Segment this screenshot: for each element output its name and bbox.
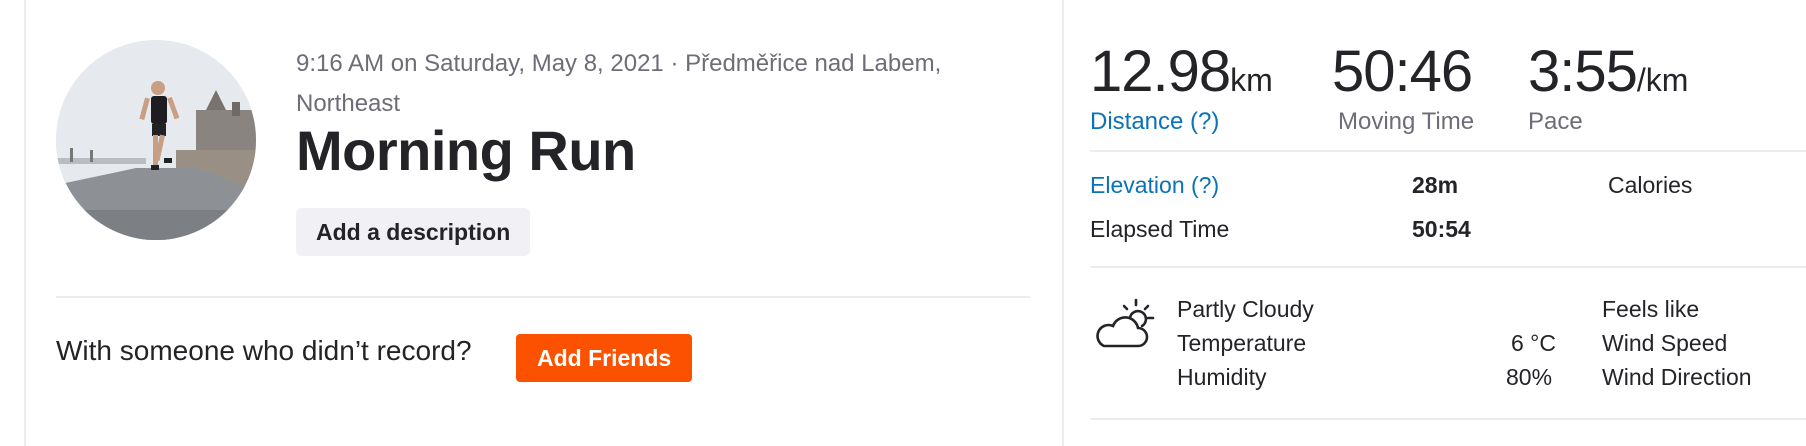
partly-cloudy-icon [1092,296,1156,352]
temperature-value: 6 °C [1511,330,1556,356]
feels-like-label: Feels like [1602,296,1700,322]
elapsed-time-label: Elapsed Time [1090,216,1230,242]
pane-divider [1062,0,1064,446]
activity-summary-panel: 9:16 AM on Saturday, May 8, 2021 · Předm… [0,0,1806,446]
elapsed-time-value: 50:54 [1412,216,1471,242]
stat-distance: 12.98km Distance (?) [1090,40,1273,136]
pace-value: 3:55 [1528,39,1638,104]
temperature-label: Temperature [1177,330,1307,356]
left-border [24,0,26,446]
wind-direction-label: Wind Direction [1602,364,1752,390]
elevation-value: 28m [1412,172,1459,198]
calories-label: Calories [1608,172,1693,198]
moving-time-label: Moving Time [1338,108,1475,135]
distance-unit: km [1230,62,1273,98]
activity-meta: 9:16 AM on Saturday, May 8, 2021 · Předm… [296,50,942,117]
pace-label: Pace [1528,108,1583,135]
friends-prompt: With someone who didn’t record? [56,335,472,366]
activity-title: Morning Run [296,119,636,182]
elevation-label-link[interactable]: Elevation (?) [1090,171,1219,199]
stats-divider-middle [1090,266,1806,268]
add-description-button[interactable]: Add a description [296,208,531,256]
section-divider [56,296,1030,298]
wind-speed-label: Wind Speed [1602,330,1728,356]
distance-label-link[interactable]: Distance (?) [1090,108,1273,136]
activity-photo[interactable] [56,40,256,240]
distance-value: 12.98 [1090,39,1231,104]
pace-unit: /km [1636,62,1689,98]
stats-divider-bottom [1090,418,1806,420]
stats-divider-top [1090,150,1806,152]
humidity-label: Humidity [1177,364,1267,390]
stat-moving-time: 50:46 Moving Time [1332,40,1474,136]
add-friends-button[interactable]: Add Friends [516,334,693,382]
humidity-value: 80% [1506,364,1553,390]
runner-photo-icon [56,40,256,240]
moving-time-value: 50:46 [1332,39,1473,104]
weather-condition: Partly Cloudy [1177,296,1314,322]
stat-pace: 3:55/km Pace [1528,40,1688,136]
